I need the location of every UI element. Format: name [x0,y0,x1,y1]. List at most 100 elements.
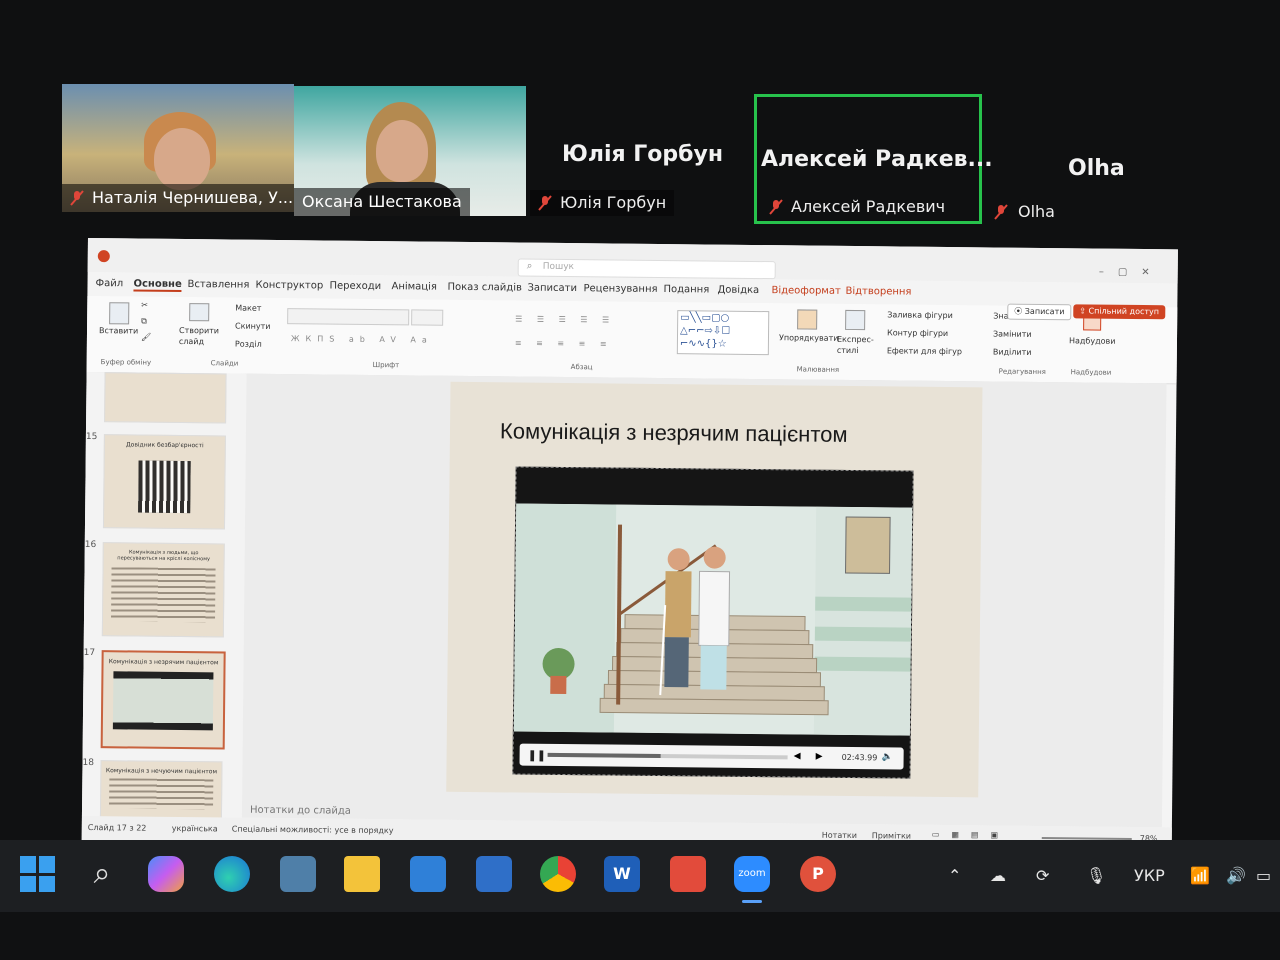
section-button[interactable]: Розділ [235,340,262,349]
ribbon-tab[interactable]: Файл [95,278,123,289]
format-painter-icon[interactable]: 🖌 [141,333,151,342]
search-icon[interactable]: ⌕ [84,856,120,892]
edge-icon[interactable] [214,856,250,892]
layout-button[interactable]: Макет [235,304,261,313]
shape-effects-button[interactable]: Ефекти для фігур [887,346,962,356]
align-icons[interactable]: ≡ ≡ ≡ ≡ ≡ [515,338,613,348]
ribbon-tab[interactable]: Конструктор [255,280,323,292]
language-status[interactable]: українська [172,824,218,833]
calendar-icon[interactable] [410,856,446,892]
wifi-icon[interactable]: 📶 [1190,866,1210,885]
thumbnail-title: Комунікація з нечуючим пацієнтом [105,767,218,776]
cut-icon[interactable]: ✂ [141,301,148,310]
start-square-icon [39,875,55,892]
zoom-app-label: zoom [738,868,766,879]
paste-button[interactable]: Вставити [99,326,138,335]
video-controls-bar[interactable]: ❚❚ ◀ ▶ 02:43.99 🔈 [519,743,904,770]
ribbon-tab[interactable]: Записати [527,283,577,295]
keyboard-language[interactable]: УКР [1134,866,1165,885]
paste-icon[interactable] [109,302,130,325]
seek-forward-icon[interactable]: ▶ [816,752,823,762]
ribbon-tab[interactable]: Анімація [391,281,437,292]
new-slide-button[interactable]: Створити слайд [179,325,223,347]
share-button[interactable]: ⇪ Спільний доступ [1073,304,1166,320]
zoom-app-icon[interactable]: zoom [734,856,770,892]
sync-icon[interactable]: ⟳ [1036,866,1049,885]
view-buttons[interactable]: ▭▦▤▣ [932,830,1010,840]
group-label-editing: Редагування [998,367,1046,377]
slide-thumbnail-16[interactable]: Комунікація з людьми, що пересуваються н… [101,542,225,638]
thumbnail-title: Комунікація з незрячим пацієнтом [108,658,219,667]
volume-icon[interactable]: 🔈 [882,752,893,762]
video-player[interactable]: ❚❚ ◀ ▶ 02:43.99 🔈 [512,466,914,779]
slide-thumbnail-17-selected[interactable]: Комунікація з незрячим пацієнтом [100,650,226,750]
quick-styles-button[interactable]: Експрес-стилі [837,334,874,356]
onedrive-icon[interactable]: ☁ [990,866,1006,885]
ribbon-tab[interactable]: Основне [133,278,182,292]
paragraph-icons[interactable]: ☰ ☰ ☰ ☰ ☰ [515,314,615,324]
arrange-button[interactable]: Упорядкувати [779,333,839,343]
participant-name-tag: Алексей Радкевич [761,195,945,219]
ribbon-tab[interactable]: Показ слайдів [447,282,522,294]
ribbon-tab[interactable]: Переходи [329,281,381,293]
ribbon-tab[interactable]: Рецензування [583,283,657,295]
search-box[interactable]: ⌕ Пошук [517,258,776,280]
powerpoint-logo-icon [97,250,110,263]
ribbon-tab[interactable]: Відтворення [845,286,911,298]
font-format-icons[interactable]: ЖКПS ab AV Aa [291,334,433,344]
ribbon-tab[interactable]: Відеоформат [771,285,840,297]
shape-outline-button[interactable]: Контур фігури [887,328,948,338]
replace-button[interactable]: Замінити [993,329,1032,338]
font-name-box[interactable] [287,308,410,326]
copilot-icon[interactable] [148,856,184,892]
microphone-icon[interactable]: 🎙 [1086,866,1106,885]
reset-button[interactable]: Скинути [235,322,271,331]
ribbon-tab[interactable]: Вставлення [187,279,249,291]
slide-thumbnail-15[interactable]: Довідник безбар'єрності [102,434,226,530]
video-tile-oksana[interactable]: Оксана Шестакова [294,86,526,216]
video-tile-natalia[interactable]: Наталія Чернишева, У... [62,84,294,212]
quick-styles-icon[interactable] [845,309,866,331]
save-app-icon[interactable] [476,856,512,892]
slide-title[interactable]: Комунікація з незрячим пацієнтом [500,418,848,448]
ribbon-tab[interactable]: Довідка [717,285,759,296]
font-size-box[interactable] [411,309,444,326]
shape-fill-button[interactable]: Заливка фігури [887,310,953,320]
addins-button[interactable]: Надбудови [1069,336,1116,345]
tray-overflow-chevron-icon[interactable]: ⌃ [948,866,961,885]
calculator-icon[interactable] [280,856,316,892]
slide-number: 18 [82,757,95,769]
share-label: Спільний доступ [1088,306,1160,317]
slide-thumbnail-14[interactable] [104,372,227,424]
record-button[interactable]: ⦿ Записати [1007,303,1072,321]
video-progress-track[interactable] [547,752,788,760]
current-slide[interactable]: Комунікація з незрячим пацієнтом ❚❚ ◀ ▶ … [446,381,983,798]
notes-toggle[interactable]: Нотатки [822,831,857,840]
accessibility-status[interactable]: Спеціальні можливості: усе в порядку [232,825,394,836]
seek-back-icon[interactable]: ◀ [794,751,801,761]
copy-icon[interactable]: ⧉ [141,317,147,327]
slide-number: 17 [83,647,96,659]
thumbnail-title: Довідник безбар'єрності [125,441,204,450]
start-square-icon [20,875,36,892]
new-slide-icon[interactable] [189,303,210,322]
chrome-icon[interactable] [540,856,576,892]
video-time: 02:43.99 [841,752,878,763]
window-controls[interactable]: –▢✕ [1099,267,1164,279]
search-icon: ⌕ [526,260,533,272]
volume-icon[interactable]: 🔊 [1226,866,1246,885]
file-explorer-icon[interactable] [344,856,380,892]
pixel-app-icon[interactable]: P [800,856,836,892]
ribbon-tab[interactable]: Подання [663,284,709,295]
arrange-icon[interactable] [797,309,818,330]
battery-icon[interactable]: ▭ [1256,866,1271,885]
select-button[interactable]: Виділити [993,347,1032,356]
zoom-participant-strip: Наталія Чернишева, У... Оксана Шестакова… [0,0,1280,240]
word-icon[interactable]: W [604,856,640,892]
slide-thumbnail-18[interactable]: Комунікація з нечуючим пацієнтом [99,760,223,820]
windows-start-icon[interactable] [20,856,56,892]
shapes-gallery[interactable]: ▭╲╲▭▢○ △⌐⌐⇨⇩☐ ⌐∿∿{}☆ [676,310,770,356]
video-tile-aleksei[interactable]: Алексей Радкев... Алексей Радкевич [754,94,993,224]
anydesk-icon[interactable] [670,856,706,892]
pause-icon[interactable]: ❚❚ [528,749,547,762]
